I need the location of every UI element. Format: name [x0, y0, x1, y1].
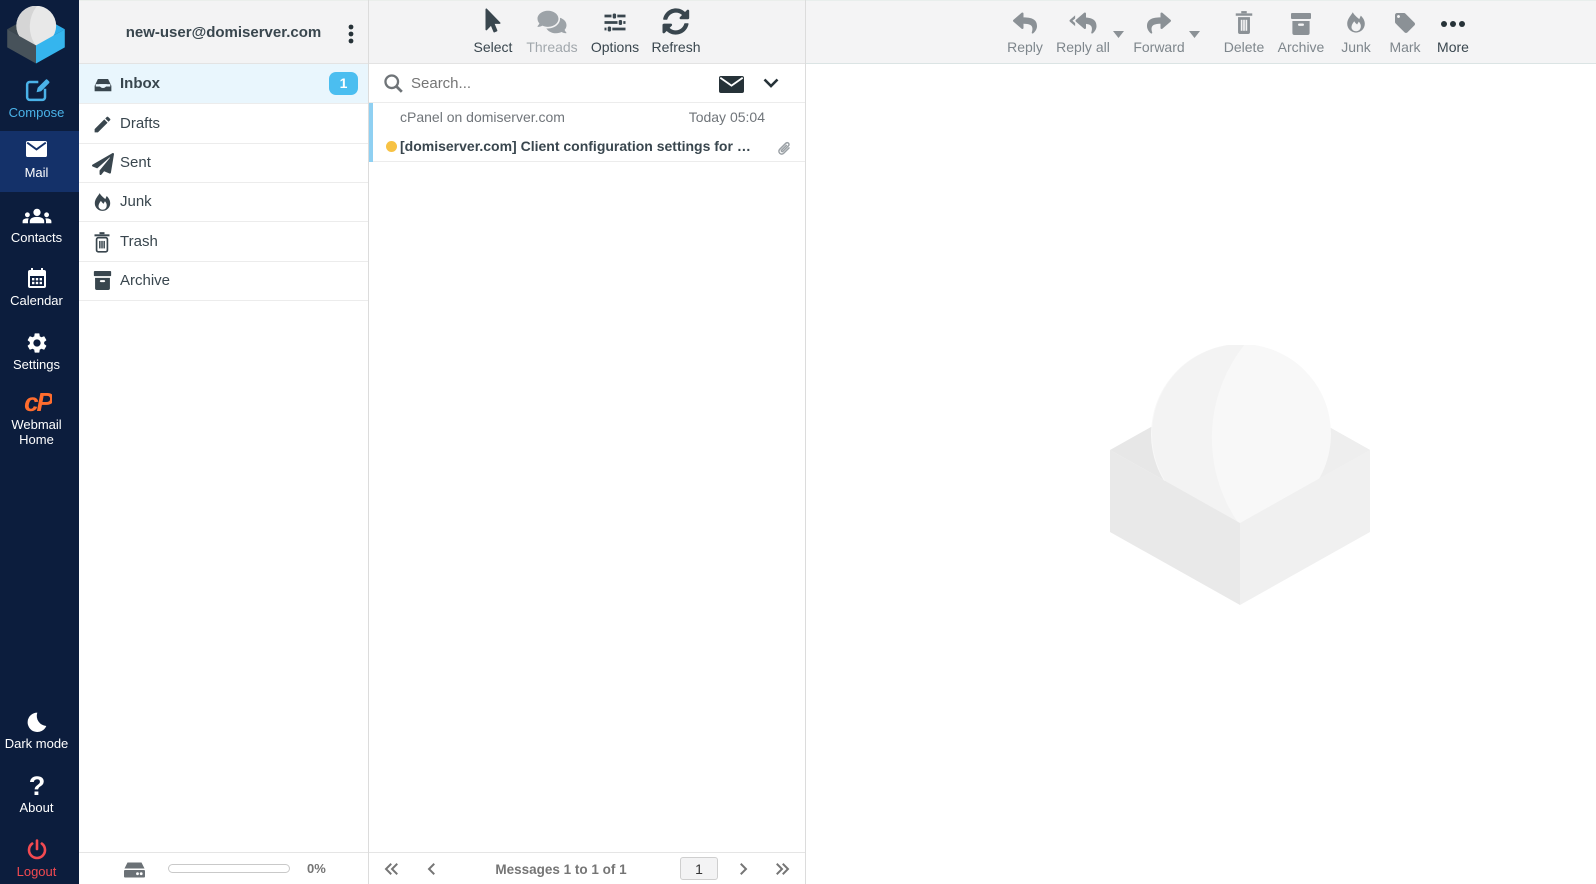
- svg-text:?: ?: [28, 774, 45, 798]
- svg-text:cP: cP: [24, 391, 52, 415]
